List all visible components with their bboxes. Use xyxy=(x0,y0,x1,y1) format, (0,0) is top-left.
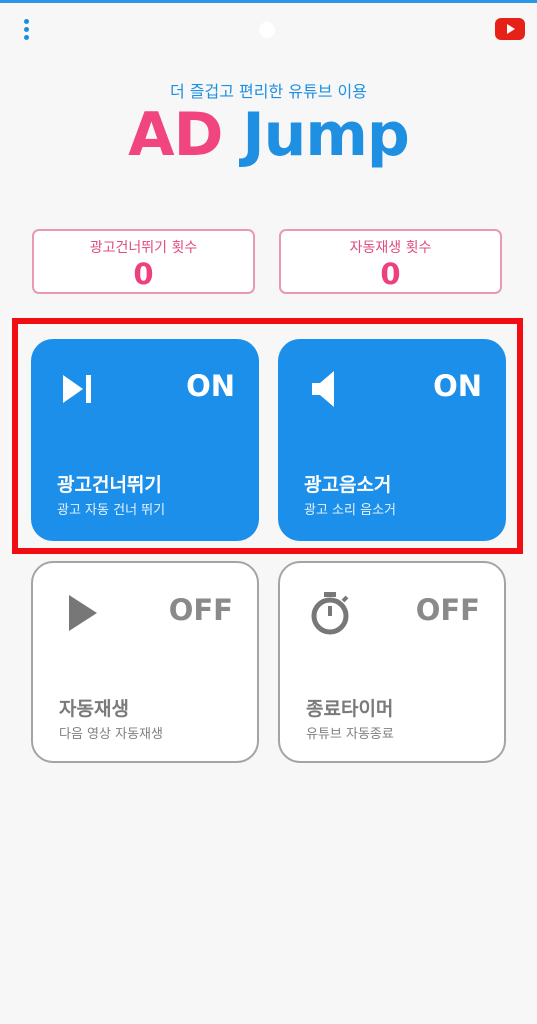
app-tagline: 더 즐겁고 편리한 유튜브 이용 xyxy=(170,82,367,101)
feature-title: 광고건너뛰기 xyxy=(57,474,162,496)
toggle-state: ON xyxy=(186,369,235,403)
autoplay-toggle-card[interactable]: OFF 자동재생 다음 영상 자동재생 xyxy=(31,561,259,763)
logo-ad-text: AD xyxy=(128,100,223,170)
speaker-icon xyxy=(312,371,334,407)
feature-subtitle: 광고 소리 음소거 xyxy=(304,503,396,518)
play-icon xyxy=(69,595,97,631)
feature-subtitle: 유튜브 자동종료 xyxy=(306,727,394,742)
toggle-state: ON xyxy=(433,369,482,403)
feature-subtitle: 광고 자동 건너 뛰기 xyxy=(57,503,166,518)
ad-mute-toggle-card[interactable]: ON 광고음소거 광고 소리 음소거 xyxy=(278,339,506,541)
feature-title: 종료타이머 xyxy=(306,698,394,720)
top-accent-line xyxy=(0,0,537,3)
status-dot xyxy=(259,22,275,38)
counter-value: 0 xyxy=(380,257,401,291)
feature-subtitle: 다음 영상 자동재생 xyxy=(59,727,163,742)
toggle-state: OFF xyxy=(415,593,480,627)
more-options-icon[interactable] xyxy=(18,18,34,42)
counter-label: 광고건너뛰기 횟수 xyxy=(89,240,198,256)
autoplay-counter: 자동재생 횟수 0 xyxy=(279,229,502,294)
stopwatch-icon xyxy=(311,592,349,635)
youtube-icon[interactable] xyxy=(495,18,525,40)
exit-timer-toggle-card[interactable]: OFF 종료타이머 유튜브 자동종료 xyxy=(278,561,506,763)
counter-value: 0 xyxy=(133,257,154,291)
ad-skip-counter: 광고건너뛰기 횟수 0 xyxy=(32,229,255,294)
logo-jump-text: Jump xyxy=(242,100,410,170)
app-logo: AD Jump xyxy=(0,100,537,170)
ad-skip-toggle-card[interactable]: ON 광고건너뛰기 광고 자동 건너 뛰기 xyxy=(31,339,259,541)
feature-title: 광고음소거 xyxy=(304,474,392,496)
skip-next-icon xyxy=(63,375,91,403)
feature-title: 자동재생 xyxy=(59,698,129,720)
counter-label: 자동재생 횟수 xyxy=(349,240,432,256)
toggle-state: OFF xyxy=(168,593,233,627)
